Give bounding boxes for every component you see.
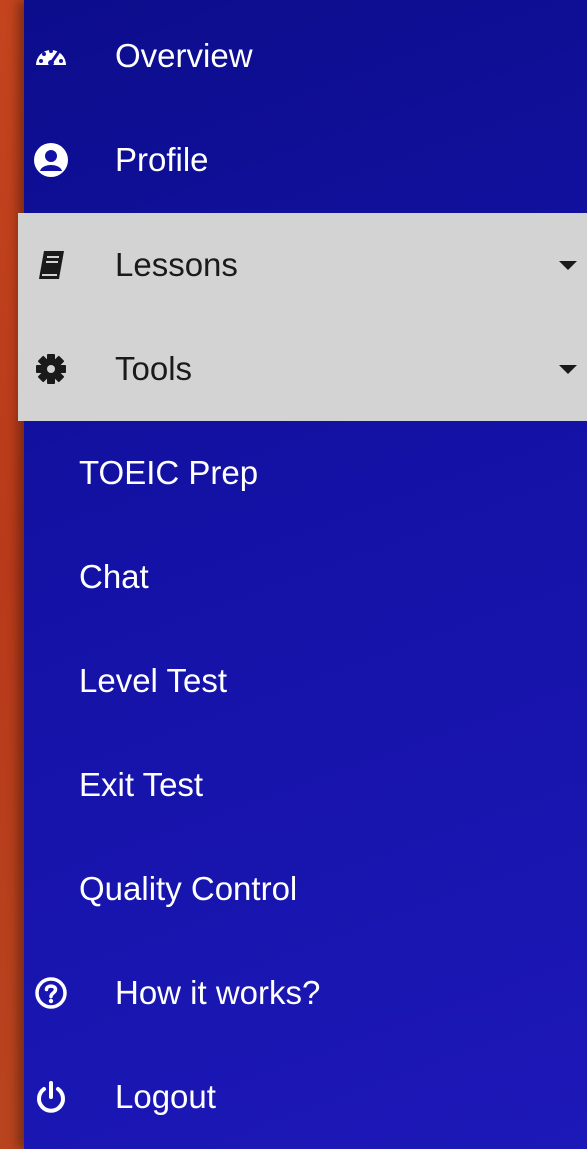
- submenu-item-quality-control[interactable]: Quality Control: [24, 837, 587, 941]
- sidebar-item-overview[interactable]: Overview: [24, 4, 587, 108]
- sidebar-item-label: How it works?: [115, 974, 321, 1011]
- sidebar-item-label: Tools: [115, 350, 193, 387]
- sidebar-item-label: Profile: [115, 141, 209, 178]
- book-icon: [33, 247, 69, 283]
- submenu-item-label: Quality Control: [79, 870, 298, 907]
- sidebar-item-label: Overview: [115, 37, 253, 74]
- sidebar-item-tools[interactable]: Tools: [18, 317, 587, 421]
- power-icon: [33, 1079, 69, 1115]
- submenu-item-chat[interactable]: Chat: [24, 525, 587, 629]
- submenu-item-label: Exit Test: [79, 766, 204, 803]
- sidebar-item-profile[interactable]: Profile: [24, 108, 587, 212]
- question-circle-icon: [33, 975, 69, 1011]
- chevron-down-icon: [559, 261, 577, 270]
- submenu-item-toeic-prep[interactable]: TOEIC Prep: [24, 421, 587, 525]
- submenu-item-label: TOEIC Prep: [79, 454, 259, 491]
- sidebar-item-logout[interactable]: Logout: [24, 1045, 587, 1149]
- page: Overview Profile Lessons Tools TOEIC Pre…: [0, 0, 587, 1149]
- submenu-item-exit-test[interactable]: Exit Test: [24, 733, 587, 837]
- chevron-down-icon: [559, 365, 577, 374]
- submenu-item-level-test[interactable]: Level Test: [24, 629, 587, 733]
- sidebar: Overview Profile Lessons Tools TOEIC Pre…: [18, 0, 587, 1149]
- sidebar-item-lessons[interactable]: Lessons: [18, 213, 587, 317]
- submenu-item-label: Chat: [79, 558, 149, 595]
- gear-icon: [33, 351, 69, 387]
- dashboard-icon: [33, 38, 69, 74]
- sidebar-item-label: Lessons: [115, 246, 238, 283]
- sidebar-item-how-it-works[interactable]: How it works?: [24, 941, 587, 1045]
- submenu-item-label: Level Test: [79, 662, 227, 699]
- sidebar-item-label: Logout: [115, 1078, 216, 1115]
- user-circle-icon: [33, 142, 69, 178]
